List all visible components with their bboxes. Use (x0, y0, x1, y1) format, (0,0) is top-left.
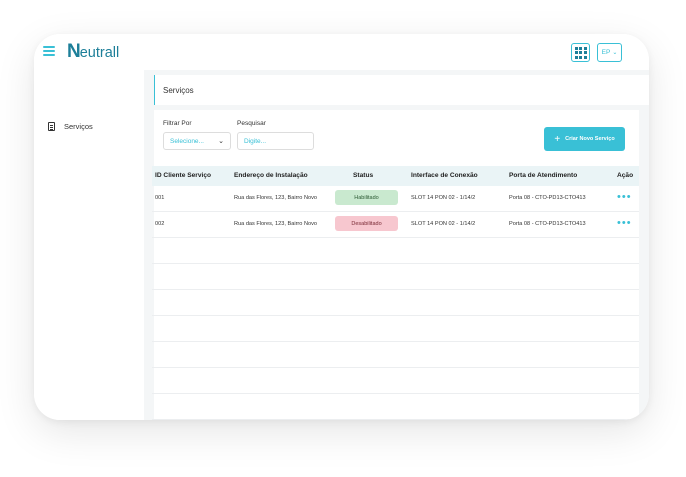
chevron-down-icon: ⌄ (218, 138, 224, 145)
cell-id: 002 (155, 221, 165, 227)
status-badge: Habilitado (335, 190, 398, 205)
logo-mark: N (67, 41, 81, 62)
page-header: Serviços (154, 75, 649, 105)
menu-icon[interactable] (43, 46, 55, 56)
apps-grid-icon[interactable] (571, 43, 590, 62)
filter-label: Filtrar Por (163, 120, 192, 127)
filter-select-value: Selecione... (170, 137, 204, 145)
column-header[interactable]: Status (353, 172, 373, 179)
table-row[interactable]: 001 Rua das Flores, 123, Bairro Novo Hab… (152, 186, 639, 212)
table-row[interactable]: 002 Rua das Flores, 123, Bairro Novo Des… (152, 212, 639, 238)
cell-port: Porta 08 - CTO-PD13-CTO413 (509, 221, 586, 227)
language-selector[interactable]: EP ⌄ (597, 43, 622, 62)
app-window: N eutrall EP ⌄ Serviços Serviços Filtrar… (34, 34, 649, 420)
sidebar: Serviços (34, 70, 144, 420)
cell-interface: SLOT 14 PON 02 - 1/14/2 (411, 221, 476, 227)
cell-port: Porta 08 - CTO-PD13-CTO413 (509, 195, 586, 201)
sidebar-item-label: Serviços (64, 122, 93, 131)
cell-id: 001 (155, 195, 165, 201)
cell-interface: SLOT 14 PON 02 - 1/14/2 (411, 195, 476, 201)
services-panel: Filtrar Por Selecione... ⌄ Pesquisar + C… (152, 110, 639, 420)
top-bar: N eutrall EP ⌄ (34, 34, 649, 70)
column-header[interactable]: ID Cliente Serviço (155, 172, 211, 179)
plus-icon: + (554, 133, 561, 145)
table-header: ID Cliente Serviço Endereço de Instalaçã… (152, 166, 639, 186)
column-header[interactable]: Ação (617, 172, 633, 179)
chevron-down-icon: ⌄ (612, 50, 618, 56)
empty-row (152, 238, 639, 264)
logo-text: eutrall (79, 45, 120, 61)
more-actions-icon[interactable]: ••• (617, 192, 632, 203)
search-input[interactable] (237, 132, 314, 150)
empty-row (152, 290, 639, 316)
logo: N eutrall (67, 42, 119, 62)
empty-row (152, 264, 639, 290)
create-service-button[interactable]: + Criar Novo Serviço (544, 127, 625, 151)
sidebar-item-servicos[interactable]: Serviços (48, 122, 93, 131)
column-header[interactable]: Endereço de Instalação (234, 172, 308, 179)
main-content: Serviços Filtrar Por Selecione... ⌄ Pesq… (144, 70, 649, 420)
filter-select[interactable]: Selecione... ⌄ (163, 132, 231, 150)
empty-row (152, 342, 639, 368)
status-badge: Desabilitado (335, 216, 398, 231)
create-service-label: Criar Novo Serviço (565, 136, 615, 142)
cell-address: Rua das Flores, 123, Bairro Novo (234, 221, 318, 227)
cell-address: Rua das Flores, 123, Bairro Novo (234, 195, 318, 201)
empty-row (152, 316, 639, 342)
empty-row (152, 394, 639, 420)
column-header[interactable]: Interface de Conexão (411, 172, 478, 179)
search-label: Pesquisar (237, 120, 266, 127)
page-title: Serviços (163, 86, 194, 95)
language-label: EP (601, 49, 611, 56)
document-icon (48, 122, 55, 131)
services-table: ID Cliente Serviço Endereço de Instalaçã… (152, 166, 639, 420)
column-header[interactable]: Porta de Atendimento (509, 172, 577, 179)
more-actions-icon[interactable]: ••• (617, 218, 632, 229)
empty-row (152, 368, 639, 394)
